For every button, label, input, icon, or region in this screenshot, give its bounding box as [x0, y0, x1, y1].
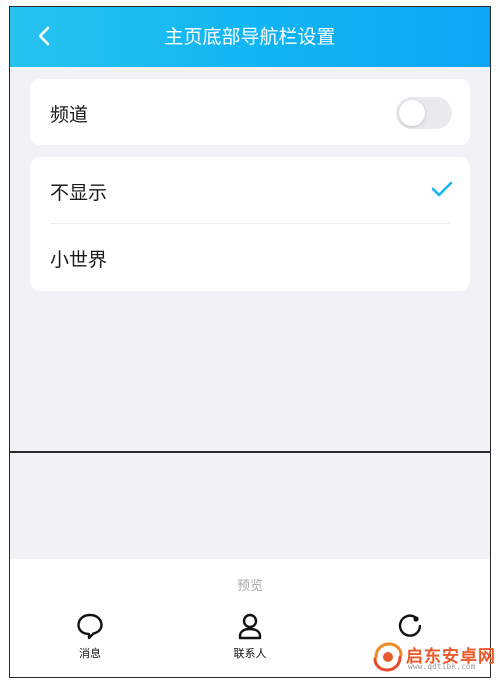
- header-bar: 主页底部导航栏设置: [10, 7, 490, 67]
- watermark-logo-icon: [373, 642, 403, 672]
- person-icon: [238, 613, 262, 640]
- option-small-world[interactable]: 小世界: [30, 224, 470, 290]
- tab-label: 消息: [79, 647, 101, 660]
- empty-area: [10, 453, 490, 559]
- page-title: 主页底部导航栏设置: [164, 26, 336, 48]
- tab-label: 联系人: [233, 647, 267, 660]
- option-label: 小世界: [50, 249, 108, 271]
- toggle-knob: [399, 100, 425, 126]
- preview-label: 预览: [236, 579, 263, 594]
- option-hide[interactable]: 不显示: [30, 157, 470, 223]
- checkmark-icon: [431, 181, 453, 197]
- app-screen: 主页底部导航栏设置 频道 不显示 小世界 预览 消息 联系人: [9, 6, 491, 678]
- orbit-icon: [398, 614, 422, 637]
- options-card: 不显示 小世界: [30, 157, 470, 291]
- tab-contacts[interactable]: 联系人: [210, 611, 290, 667]
- watermark: 启东安卓网 www.qdtlbk.com: [372, 641, 495, 673]
- tab-messages[interactable]: 消息: [50, 611, 130, 667]
- channel-label: 频道: [50, 104, 89, 126]
- watermark-url: www.qdtlbk.com: [408, 662, 476, 671]
- option-label: 不显示: [50, 182, 108, 204]
- channel-card: 频道: [30, 79, 470, 145]
- channel-toggle[interactable]: [396, 97, 452, 129]
- chat-bubble-icon: [77, 613, 103, 640]
